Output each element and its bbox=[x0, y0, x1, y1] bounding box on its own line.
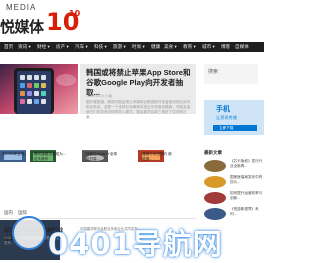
watermark-logo-icon bbox=[12, 216, 46, 250]
sidebar-thumb-4[interactable] bbox=[204, 208, 226, 220]
tab-domestic[interactable]: 国内 bbox=[4, 210, 13, 216]
main-nav: 首页 资讯 ▾ 财经 ▾ 房产 ▾ 汽车 ▾ 科技 ▾ 旅游 ▾ 时尚 ▾ 健康… bbox=[0, 42, 264, 52]
sidebar-item-2[interactable]: 国家医保局发布中药饮片... bbox=[230, 175, 264, 185]
hero-article-meta: 2021-08-16 小编 bbox=[86, 94, 112, 98]
sidebar-thumb-2[interactable] bbox=[204, 176, 226, 188]
hero-image[interactable] bbox=[0, 64, 78, 114]
thumb-caption-3[interactable]: 特斯拉Model Y全球交付量... bbox=[86, 152, 118, 162]
sidebar-item-1[interactable]: 《芯卡版权》发行行业全新再... bbox=[230, 159, 264, 169]
ad-title: 手机 bbox=[216, 106, 230, 113]
nav-item-blog[interactable]: 博客 bbox=[221, 42, 230, 52]
sidebar-heading: 最新文章 bbox=[204, 150, 222, 155]
ad-download-button-label: 立即下载 bbox=[219, 126, 234, 130]
ad-subtitle: 让资讯传递 bbox=[216, 115, 237, 120]
sidebar-item-4[interactable]: 《悦游新视界》系列... bbox=[230, 207, 264, 217]
nav-item-tech[interactable]: 科技 ▾ bbox=[94, 42, 107, 52]
sidebar-thumb-1[interactable] bbox=[204, 160, 226, 172]
thumb-caption-2[interactable]: 腾讯旗舰手游成为...巨头新作 bbox=[34, 152, 66, 162]
hero-article-excerpt: 据外媒报道，韩国可能会禁止苹果和谷歌强制开发者使用其应用内购买系统，这是一个全球… bbox=[86, 100, 191, 119]
sidebar-thumb-3[interactable] bbox=[204, 192, 226, 204]
site-logo[interactable]: 悦媒体 bbox=[0, 16, 44, 37]
watermark-text: 0401导航网 bbox=[48, 227, 223, 261]
sidebar-search-label: 搜索 bbox=[208, 69, 219, 75]
sidebar-item-3[interactable]: 如何提升运营效率与创新... bbox=[230, 191, 264, 201]
nav-item-health[interactable]: 健康 bbox=[151, 42, 160, 52]
svg-text:10th: 10th bbox=[69, 9, 80, 18]
nav-item-realestate[interactable]: 房产 ▾ bbox=[56, 42, 69, 52]
nav-item-food[interactable]: 美食 ▾ bbox=[164, 42, 177, 52]
nav-item-wemedia[interactable]: 自媒体 bbox=[235, 42, 249, 52]
tab-international[interactable]: 国际 bbox=[18, 210, 27, 216]
nav-item-city[interactable]: 城市 ▾ bbox=[202, 42, 215, 52]
nav-item-fashion[interactable]: 时尚 ▾ bbox=[132, 42, 145, 52]
logo-media-label: MEDIA bbox=[6, 3, 37, 12]
nav-item-education[interactable]: 教育 ▾ bbox=[183, 42, 196, 52]
nav-item-home[interactable]: 首页 bbox=[4, 42, 13, 52]
nav-item-travel[interactable]: 旅游 ▾ bbox=[113, 42, 126, 52]
nav-item-news[interactable]: 资讯 ▾ bbox=[18, 42, 31, 52]
anniversary-logo: 10 10th bbox=[46, 6, 90, 36]
nav-item-finance[interactable]: 财经 ▾ bbox=[37, 42, 50, 52]
thumb-caption-4[interactable]: 潍柴与丰田签约 新能源... bbox=[142, 152, 174, 162]
nav-item-auto[interactable]: 汽车 ▾ bbox=[75, 42, 88, 52]
